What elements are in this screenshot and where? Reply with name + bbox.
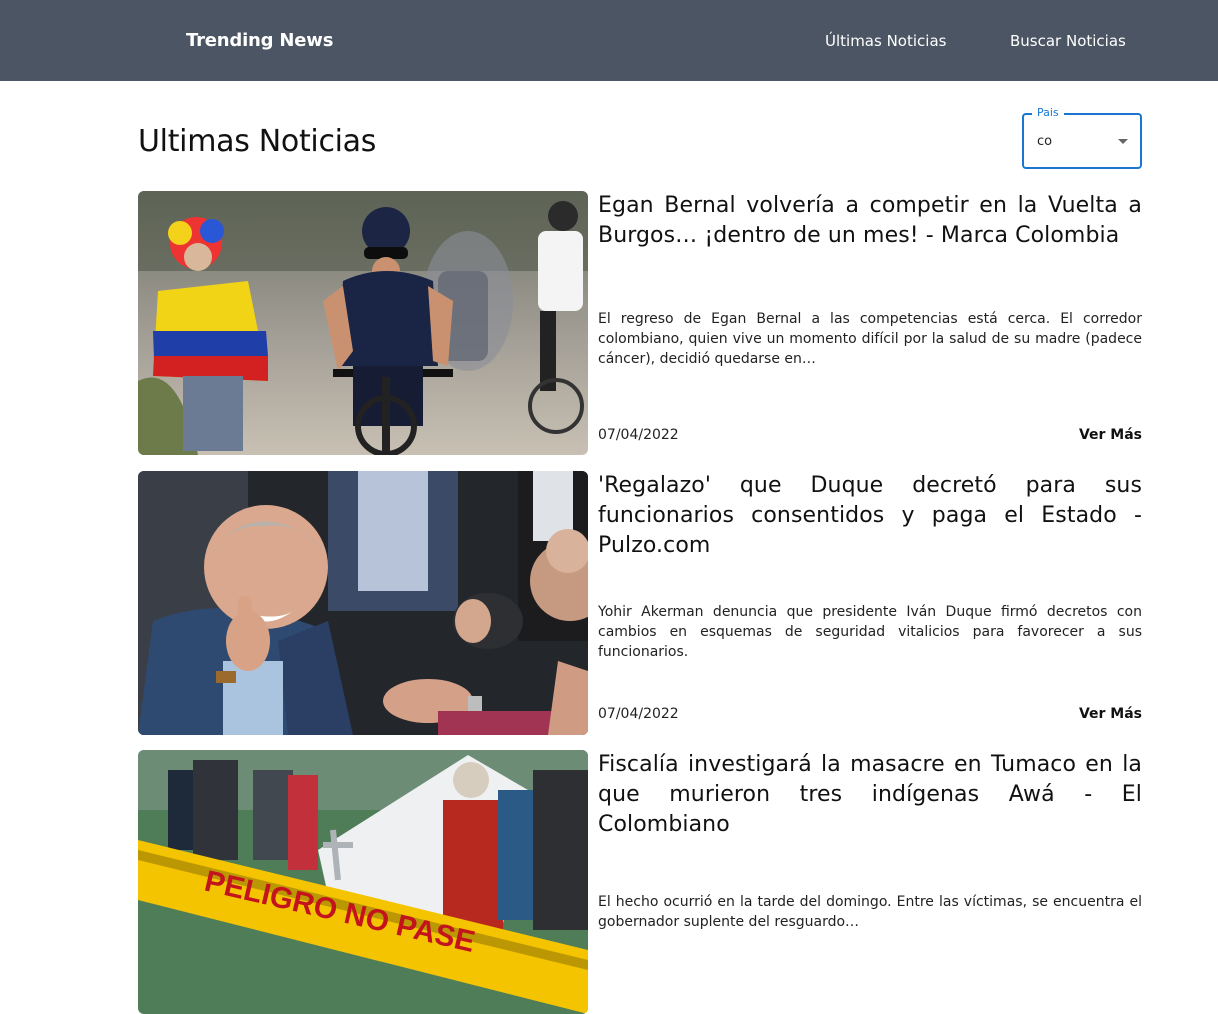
news-card-date: 07/04/2022: [598, 427, 679, 443]
news-card-image[interactable]: PELIGRO NO PASE: [138, 750, 588, 1014]
ver-mas-link[interactable]: Ver Más: [1079, 706, 1142, 722]
news-card: 'Regalazo' que Duque decretó para sus fu…: [138, 471, 1142, 735]
page-title: Ultimas Noticias: [138, 124, 377, 159]
nav-link-buscar-noticias[interactable]: Buscar Noticias: [1010, 32, 1126, 50]
news-card-title[interactable]: 'Regalazo' que Duque decretó para sus fu…: [598, 471, 1142, 561]
news-card: Egan Bernal volvería a competir en la Vu…: [138, 191, 1142, 455]
country-select-label: Pais: [1032, 106, 1064, 120]
news-card-date: 07/04/2022: [598, 706, 679, 722]
ver-mas-link[interactable]: Ver Más: [1079, 427, 1142, 443]
news-card-summary: El hecho ocurrió en la tarde del domingo…: [598, 894, 1142, 930]
news-card-title[interactable]: Fiscalía investigará la masacre en Tumac…: [598, 750, 1142, 840]
news-card-title[interactable]: Egan Bernal volvería a competir en la Vu…: [598, 191, 1142, 251]
news-card: PELIGRO NO PASE Fiscalía investigará la …: [138, 750, 1142, 1014]
news-card-summary: Yohir Akerman denuncia que presidente Iv…: [598, 604, 1142, 660]
country-select-value: co: [1037, 134, 1053, 149]
brand-logo[interactable]: Trending News: [186, 30, 333, 51]
news-card-image[interactable]: [138, 471, 588, 735]
news-card-summary: El regreso de Egan Bernal a las competen…: [598, 311, 1142, 367]
chevron-down-icon: [1118, 139, 1128, 144]
country-select[interactable]: Pais co: [1022, 106, 1142, 169]
top-navbar: Trending News Últimas Noticias Buscar No…: [0, 0, 1218, 81]
news-card-image[interactable]: [138, 191, 588, 455]
nav-link-ultimas-noticias[interactable]: Últimas Noticias: [825, 32, 946, 50]
